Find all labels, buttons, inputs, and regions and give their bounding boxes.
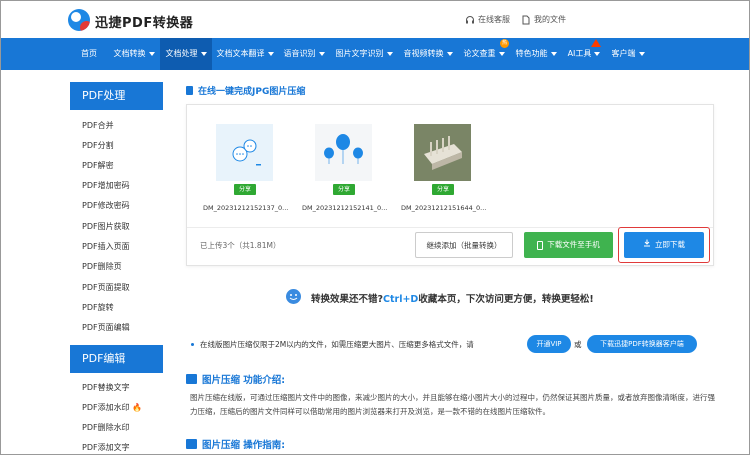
online-service-label: 在线客服 xyxy=(478,15,510,24)
intro-title: 图片压缩 功能介绍: xyxy=(186,372,285,386)
file-thumbnail-1[interactable] xyxy=(216,124,273,181)
page-title: 在线一键完成JPG图片压缩 xyxy=(186,84,305,97)
size-limit-notice: 在线版图片压缩仅限于2M以内的文件，如需压缩更大图片、压缩更多格式文件，请 xyxy=(200,340,474,349)
share-button-1[interactable]: 分享 xyxy=(234,184,256,195)
nav-voice-recognition[interactable]: 语音识别 xyxy=(278,38,330,70)
sidebar-item-pdf-rotate[interactable]: PDF旋转 xyxy=(82,302,114,313)
nav-av-convert[interactable]: 音视频转换 xyxy=(398,38,458,70)
download-client-button[interactable]: 下载迅捷PDF转换器客户端 xyxy=(587,335,697,353)
sidebar-item-pdf-add-password[interactable]: PDF增加密码 xyxy=(82,180,130,191)
nav-doc-process[interactable]: 文档处理 xyxy=(160,38,212,70)
hot-badge: 热 xyxy=(500,39,509,48)
sidebar-item-pdf-add-text[interactable]: PDF添加文字 xyxy=(82,442,130,453)
online-service-link[interactable]: 在线客服 xyxy=(465,14,510,25)
chevron-down-icon xyxy=(267,51,274,56)
main-nav: 首页 文档转换 文档处理 文档文本翻译 语音识别 图片文字识别 音视频转换 论文… xyxy=(0,38,750,70)
book-icon xyxy=(186,439,197,449)
chevron-down-icon xyxy=(386,51,393,56)
balloons-icon xyxy=(324,134,363,164)
chevron-down-icon xyxy=(594,51,601,56)
chevron-down-icon xyxy=(318,51,325,56)
nav-home[interactable]: 首页 xyxy=(70,38,108,70)
sidebar-item-pdf-page-edit[interactable]: PDF页面编辑 xyxy=(82,322,130,333)
chevron-down-icon xyxy=(200,51,207,56)
brand-name[interactable]: 迅捷PDF转换器 xyxy=(95,12,193,31)
sidebar-item-pdf-insert-page[interactable]: PDF插入页面 xyxy=(82,241,130,252)
file-icon xyxy=(522,15,530,24)
chevron-down-icon xyxy=(148,51,155,56)
my-files-label: 我的文件 xyxy=(534,15,566,24)
sidebar-item-pdf-change-password[interactable]: PDF修改密码 xyxy=(82,200,130,211)
file-name-1: DM_20231212152137_0... xyxy=(203,204,289,212)
file-name-2: DM_20231212152141_0... xyxy=(302,204,388,212)
share-button-2[interactable]: 分享 xyxy=(333,184,355,195)
smile-icon xyxy=(286,289,301,304)
sidebar-item-pdf-add-watermark[interactable]: PDF添加水印 🔥 xyxy=(82,402,142,413)
bookmark-tip: 转换效果还不错?Ctrl+D收藏本页，下次访问更方便，转换更轻松! xyxy=(311,294,594,305)
continue-add-button[interactable]: 继续添加（批量转换） xyxy=(415,232,513,258)
nav-client[interactable]: 客户端 xyxy=(606,38,650,70)
sidebar-item-pdf-merge[interactable]: PDF合并 xyxy=(82,120,114,131)
chevron-down-icon xyxy=(446,51,453,56)
sidebar-section-pdf-process: PDF处理 xyxy=(70,82,163,110)
nav-featured[interactable]: 特色功能 xyxy=(510,38,562,70)
chevron-down-icon xyxy=(498,51,505,56)
shortcut-key: Ctrl+D xyxy=(383,294,419,305)
chevron-down-icon xyxy=(638,51,645,56)
nav-doc-translate[interactable]: 文档文本翻译 xyxy=(212,38,278,70)
sidebar-item-pdf-decrypt[interactable]: PDF解密 xyxy=(82,160,114,171)
brand-logo-icon[interactable] xyxy=(68,9,90,31)
book-icon xyxy=(186,374,197,384)
sidebar-item-pdf-split[interactable]: PDF分割 xyxy=(82,140,114,151)
file-thumbnail-2[interactable] xyxy=(315,124,372,181)
guide-title: 图片压缩 操作指南: xyxy=(186,437,285,451)
download-now-button[interactable]: 立即下载 xyxy=(624,232,704,258)
headset-icon xyxy=(466,15,474,23)
open-vip-button[interactable]: 开通VIP xyxy=(527,335,571,353)
phone-icon xyxy=(537,240,544,250)
fire-icon: 🔥 xyxy=(132,403,143,412)
file-thumbnail-3[interactable] xyxy=(414,124,471,181)
my-files-link[interactable]: 我的文件 xyxy=(521,14,566,25)
sidebar-item-pdf-extract-images[interactable]: PDF图片获取 xyxy=(82,221,130,232)
or-text: 或 xyxy=(574,340,582,349)
document-icon xyxy=(186,86,193,95)
sidebar-item-pdf-delete-page[interactable]: PDF删除页 xyxy=(82,261,122,272)
site-header: 迅捷PDF转换器 在线客服 我的文件 xyxy=(0,0,750,38)
nav-image-ocr[interactable]: 图片文字识别 xyxy=(330,38,398,70)
download-to-phone-button[interactable]: 下载文件至手机 xyxy=(524,232,613,258)
bullet-dot xyxy=(191,343,194,346)
download-icon xyxy=(643,232,651,258)
sidebar-section-pdf-edit: PDF编辑 xyxy=(70,345,163,373)
sidebar-item-pdf-replace-text[interactable]: PDF替换文字 xyxy=(82,382,130,393)
intro-text: 图片压缩在线版，可通过压缩图片文件中的图像，来减少图片的大小，并且能够在缩小图片… xyxy=(190,393,715,416)
sidebar-item-pdf-remove-watermark[interactable]: PDF删除水印 xyxy=(82,422,130,433)
model-photo-icon xyxy=(414,124,471,181)
chevron-down-icon xyxy=(550,51,557,56)
new-badge-icon xyxy=(591,39,601,47)
file-name-3: DM_20231212151644_0... xyxy=(401,204,487,212)
nav-doc-convert[interactable]: 文档转换 xyxy=(108,38,160,70)
share-button-3[interactable]: 分享 xyxy=(432,184,454,195)
uploaded-summary: 已上传3个（共1.81M） xyxy=(200,241,281,250)
chat-bubbles-icon xyxy=(232,139,261,166)
sidebar-item-pdf-page-extract[interactable]: PDF页面提取 xyxy=(82,282,130,293)
